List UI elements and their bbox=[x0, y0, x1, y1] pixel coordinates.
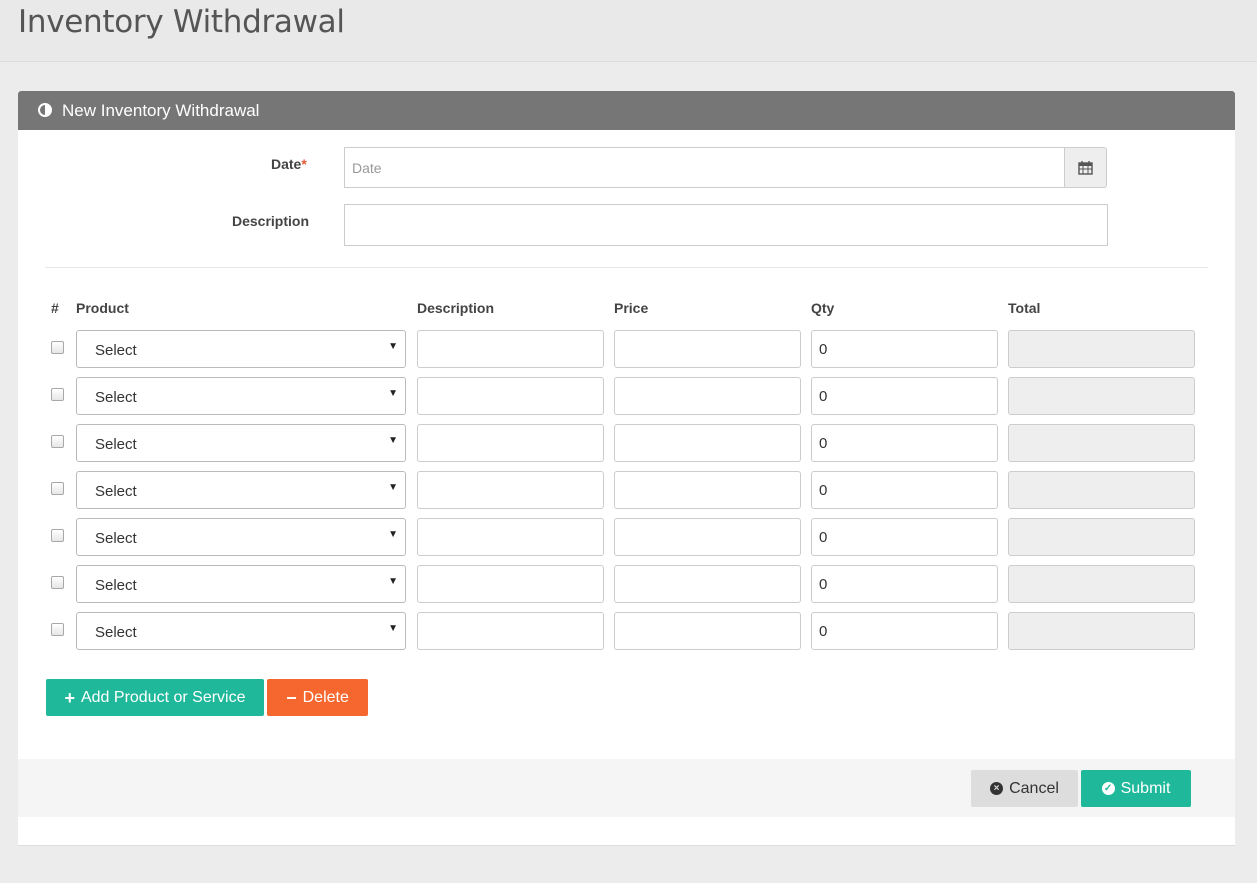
row-checkbox[interactable] bbox=[51, 482, 64, 495]
table-row: Select ▼ bbox=[18, 330, 1235, 369]
row-qty-input[interactable] bbox=[811, 565, 998, 603]
table-row: Select ▼ bbox=[18, 424, 1235, 463]
product-select[interactable]: Select ▼ bbox=[76, 518, 406, 556]
calendar-icon bbox=[1078, 161, 1093, 175]
row-checkbox[interactable] bbox=[51, 388, 64, 401]
table-row: Select ▼ bbox=[18, 471, 1235, 510]
description-label: Description bbox=[232, 213, 310, 229]
date-label: Date* bbox=[271, 156, 307, 172]
cancel-label: Cancel bbox=[1009, 779, 1059, 797]
row-price-input[interactable] bbox=[614, 471, 801, 509]
col-description-header: Description bbox=[417, 300, 495, 316]
minus-icon: − bbox=[286, 687, 297, 708]
product-select-value: Select bbox=[95, 342, 137, 359]
table-row: Select ▼ bbox=[18, 612, 1235, 651]
row-description-input[interactable] bbox=[417, 377, 604, 415]
divider bbox=[45, 267, 1208, 268]
caret-down-icon: ▼ bbox=[388, 576, 398, 587]
product-select[interactable]: Select ▼ bbox=[76, 330, 406, 368]
col-price-header: Price bbox=[614, 300, 649, 316]
product-select[interactable]: Select ▼ bbox=[76, 612, 406, 650]
product-select-value: Select bbox=[95, 624, 137, 641]
col-total-header: Total bbox=[1008, 300, 1041, 316]
table-row: Select ▼ bbox=[18, 518, 1235, 557]
product-select-value: Select bbox=[95, 530, 137, 547]
row-qty-input[interactable] bbox=[811, 330, 998, 368]
row-qty-input[interactable] bbox=[811, 424, 998, 462]
table-row: Select ▼ bbox=[18, 565, 1235, 604]
row-price-input[interactable] bbox=[614, 330, 801, 368]
caret-down-icon: ▼ bbox=[388, 388, 398, 399]
delete-button[interactable]: − Delete bbox=[267, 679, 368, 716]
caret-down-icon: ▼ bbox=[388, 482, 398, 493]
product-select[interactable]: Select ▼ bbox=[76, 377, 406, 415]
row-total-field bbox=[1008, 424, 1195, 462]
caret-down-icon: ▼ bbox=[388, 341, 398, 352]
product-select[interactable]: Select ▼ bbox=[76, 424, 406, 462]
date-input[interactable] bbox=[344, 147, 1065, 188]
product-select-value: Select bbox=[95, 483, 137, 500]
submit-button[interactable]: ✓ Submit bbox=[1081, 770, 1191, 807]
description-input[interactable] bbox=[344, 204, 1108, 246]
plus-icon: + bbox=[64, 687, 75, 708]
row-total-field bbox=[1008, 518, 1195, 556]
date-label-text: Date bbox=[271, 156, 302, 172]
product-select[interactable]: Select ▼ bbox=[76, 565, 406, 603]
col-product-header: Product bbox=[76, 300, 129, 316]
caret-down-icon: ▼ bbox=[388, 435, 398, 446]
row-qty-input[interactable] bbox=[811, 377, 998, 415]
row-checkbox[interactable] bbox=[51, 576, 64, 589]
col-qty-header: Qty bbox=[811, 300, 835, 316]
add-product-label: Add Product or Service bbox=[80, 688, 246, 706]
row-description-input[interactable] bbox=[417, 471, 604, 509]
page-header: Inventory Withdrawal bbox=[0, 0, 1257, 62]
row-description-input[interactable] bbox=[417, 424, 604, 462]
row-price-input[interactable] bbox=[614, 612, 801, 650]
page-title: Inventory Withdrawal bbox=[18, 4, 345, 40]
product-select[interactable]: Select ▼ bbox=[76, 471, 406, 509]
row-total-field bbox=[1008, 612, 1195, 650]
date-picker-button[interactable] bbox=[1064, 147, 1107, 188]
row-total-field bbox=[1008, 377, 1195, 415]
row-description-input[interactable] bbox=[417, 565, 604, 603]
row-total-field bbox=[1008, 330, 1195, 368]
row-price-input[interactable] bbox=[614, 424, 801, 462]
row-price-input[interactable] bbox=[614, 565, 801, 603]
times-circle-icon: × bbox=[990, 782, 1004, 795]
caret-down-icon: ▼ bbox=[388, 623, 398, 634]
row-total-field bbox=[1008, 471, 1195, 509]
check-circle-icon: ✓ bbox=[1101, 782, 1115, 795]
row-price-input[interactable] bbox=[614, 377, 801, 415]
panel-title: New Inventory Withdrawal bbox=[62, 101, 260, 120]
table-row: Select ▼ bbox=[18, 377, 1235, 416]
row-qty-input[interactable] bbox=[811, 612, 998, 650]
row-checkbox[interactable] bbox=[51, 435, 64, 448]
row-price-input[interactable] bbox=[614, 518, 801, 556]
caret-down-icon: ▼ bbox=[388, 529, 398, 540]
cancel-button[interactable]: × Cancel bbox=[971, 770, 1078, 807]
half-circle-icon bbox=[38, 103, 52, 117]
row-description-input[interactable] bbox=[417, 518, 604, 556]
row-checkbox[interactable] bbox=[51, 623, 64, 636]
delete-label: Delete bbox=[302, 688, 349, 706]
row-total-field bbox=[1008, 565, 1195, 603]
product-select-value: Select bbox=[95, 389, 137, 406]
submit-label: Submit bbox=[1120, 779, 1171, 797]
row-qty-input[interactable] bbox=[811, 471, 998, 509]
withdrawal-panel: New Inventory Withdrawal Date* Descripti… bbox=[18, 91, 1235, 846]
row-qty-input[interactable] bbox=[811, 518, 998, 556]
row-description-input[interactable] bbox=[417, 330, 604, 368]
panel-heading: New Inventory Withdrawal bbox=[18, 91, 1235, 130]
panel-footer: × Cancel ✓ Submit bbox=[18, 759, 1235, 817]
row-checkbox[interactable] bbox=[51, 341, 64, 354]
product-select-value: Select bbox=[95, 577, 137, 594]
row-checkbox[interactable] bbox=[51, 529, 64, 542]
row-description-input[interactable] bbox=[417, 612, 604, 650]
required-marker: * bbox=[301, 156, 307, 172]
add-product-button[interactable]: + Add Product or Service bbox=[46, 679, 264, 716]
product-select-value: Select bbox=[95, 436, 137, 453]
col-index-header: # bbox=[51, 300, 59, 316]
